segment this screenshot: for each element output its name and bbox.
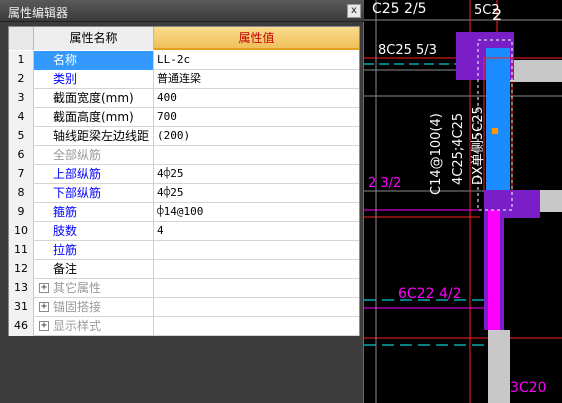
property-grid: 属性名称 属性值 1 名称 LL-2c 2 类别 普通连梁 3 截面宽度(mm) 400 4 截面高… [8, 26, 360, 336]
lower-beam-label: 6C22 4/2 [398, 286, 461, 302]
property-name-cell[interactable]: 全部纵筋 [34, 146, 154, 165]
property-row[interactable]: 31 + 锚固搭接 [9, 298, 359, 317]
property-value-cell[interactable]: 4⌽25 [154, 184, 359, 203]
row-number: 2 [9, 70, 34, 89]
property-name-label: 其它属性 [53, 281, 102, 295]
left-edge-label: 2 3/2 [368, 176, 401, 191]
property-name-cell[interactable]: 轴线距梁左边线距 [34, 127, 154, 146]
row-number: 11 [9, 241, 34, 260]
property-value-cell[interactable]: 400 [154, 89, 359, 108]
column-header-name[interactable]: 属性名称 [34, 27, 154, 50]
property-row[interactable]: 5 轴线距梁左边线距 (200) [9, 127, 359, 146]
property-name-cell[interactable]: + 其它属性 [34, 279, 154, 298]
property-value-cell[interactable] [154, 317, 359, 336]
property-row[interactable]: 10 肢数 4 [9, 222, 359, 241]
property-value-cell[interactable] [154, 279, 359, 298]
window-title: 属性编辑器 [8, 6, 69, 20]
property-name-label: 备注 [53, 262, 78, 276]
property-row[interactable]: 6 全部纵筋 [9, 146, 359, 165]
bottom-right-label: 3C20 [510, 380, 547, 396]
property-name-cell[interactable]: 上部纵筋 [34, 165, 154, 184]
property-name-cell[interactable]: 截面高度(mm) [34, 108, 154, 127]
property-editor-window: 属性编辑器 x 属性名称 属性值 1 名称 LL-2c 2 类别 普通连梁 3 截面宽度(mm… [0, 0, 364, 403]
row-number: 4 [9, 108, 34, 127]
property-value-cell[interactable]: ⌽14@100 [154, 203, 359, 222]
property-row[interactable]: 11 拉筋 [9, 241, 359, 260]
expand-plus-icon[interactable]: + [39, 283, 49, 293]
property-name-cell[interactable]: 拉筋 [34, 241, 154, 260]
row-number: 8 [9, 184, 34, 203]
property-value-cell[interactable]: 4⌽25 [154, 165, 359, 184]
property-name-label: 类别 [53, 72, 78, 86]
row-number: 31 [9, 298, 34, 317]
beam-top-label: 8C25 5/3 [378, 43, 437, 58]
axis-number: 2 [492, 5, 502, 24]
property-name-cell[interactable]: 截面宽度(mm) [34, 89, 154, 108]
property-name-label: 轴线距梁左边线距 [53, 129, 150, 143]
close-icon[interactable]: x [347, 4, 361, 18]
row-number: 9 [9, 203, 34, 222]
row-number: 10 [9, 222, 34, 241]
vertical-label-3: DX单侧5C25 [471, 106, 486, 185]
vertical-label-2: 4C25;4C25 [451, 113, 466, 185]
property-value-cell[interactable] [154, 260, 359, 279]
row-number: 1 [9, 51, 34, 70]
property-name-label: 上部纵筋 [53, 167, 102, 181]
property-name-label: 下部纵筋 [53, 186, 102, 200]
property-name-label: 肢数 [53, 224, 78, 238]
column-header-value[interactable]: 属性值 [154, 27, 359, 50]
header-corner [9, 27, 34, 50]
property-row[interactable]: 2 类别 普通连梁 [9, 70, 359, 89]
property-value-cell[interactable]: 700 [154, 108, 359, 127]
property-row[interactable]: 8 下部纵筋 4⌽25 [9, 184, 359, 203]
property-name-cell[interactable]: + 显示样式 [34, 317, 154, 336]
property-value-cell[interactable] [154, 298, 359, 317]
property-name-label: 截面宽度(mm) [53, 91, 134, 105]
property-value-cell[interactable]: 4 [154, 222, 359, 241]
property-value-cell[interactable]: (200) [154, 127, 359, 146]
row-number: 5 [9, 127, 34, 146]
property-row[interactable]: 1 名称 LL-2c [9, 51, 359, 70]
property-name-label: 锚固搭接 [53, 300, 102, 314]
row-number: 6 [9, 146, 34, 165]
property-name-label: 截面高度(mm) [53, 110, 134, 124]
property-value-cell[interactable] [154, 146, 359, 165]
top-rebar-label: C25 2/5 [372, 1, 427, 17]
property-name-label: 显示样式 [53, 319, 102, 333]
property-name-cell[interactable]: 箍筋 [34, 203, 154, 222]
property-name-label: 名称 [53, 53, 78, 67]
property-row[interactable]: 3 截面宽度(mm) 400 [9, 89, 359, 108]
property-value-cell[interactable] [154, 241, 359, 260]
row-number: 13 [9, 279, 34, 298]
property-name-cell[interactable]: 下部纵筋 [34, 184, 154, 203]
property-row[interactable]: 9 箍筋 ⌽14@100 [9, 203, 359, 222]
window-titlebar[interactable]: 属性编辑器 x [0, 0, 364, 22]
property-value-cell[interactable]: LL-2c [154, 51, 359, 70]
property-row[interactable]: 13 + 其它属性 [9, 279, 359, 298]
property-row[interactable]: 4 截面高度(mm) 700 [9, 108, 359, 127]
property-name-cell[interactable]: 类别 [34, 70, 154, 89]
grid-header: 属性名称 属性值 [9, 27, 359, 50]
property-value-cell[interactable]: 普通连梁 [154, 70, 359, 89]
property-name-label: 拉筋 [53, 243, 78, 257]
property-name-cell[interactable]: 名称 [34, 51, 154, 70]
property-row[interactable]: 12 备注 [9, 260, 359, 279]
property-name-label: 箍筋 [53, 205, 78, 219]
row-number: 12 [9, 260, 34, 279]
property-row[interactable]: 7 上部纵筋 4⌽25 [9, 165, 359, 184]
property-name-label: 全部纵筋 [53, 148, 102, 162]
row-number: 3 [9, 89, 34, 108]
property-name-cell[interactable]: 肢数 [34, 222, 154, 241]
row-number: 46 [9, 317, 34, 336]
expand-plus-icon[interactable]: + [39, 321, 49, 331]
property-row[interactable]: 46 + 显示样式 [9, 317, 359, 336]
property-name-cell[interactable]: 备注 [34, 260, 154, 279]
expand-plus-icon[interactable]: + [39, 302, 49, 312]
vertical-label-1: C14@100(4) [429, 113, 444, 195]
row-number: 7 [9, 165, 34, 184]
property-name-cell[interactable]: + 锚固搭接 [34, 298, 154, 317]
